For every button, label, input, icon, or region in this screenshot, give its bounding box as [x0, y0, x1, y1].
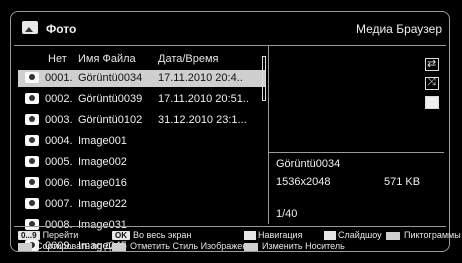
hint-mark-label: Отметить Стиль Изображения [130, 241, 258, 251]
shuffle-icon[interactable] [425, 76, 439, 90]
hint-slideshow: Слайдшоу [324, 230, 382, 241]
scrollbar[interactable] [262, 56, 266, 101]
stop-icon[interactable] [425, 96, 439, 109]
info-resolution: 1536x2048 [276, 176, 331, 188]
image-file-icon [25, 156, 39, 167]
file-name: Image016 [78, 177, 127, 189]
image-file-icon [25, 135, 39, 146]
info-filename: Görüntü0034 [276, 158, 341, 170]
file-name: Image022 [78, 198, 127, 210]
hint-goto-label: Перейти [42, 230, 79, 240]
column-header-number: Нет [48, 53, 67, 65]
file-date: 17.11.2010 20:51.. [158, 93, 249, 105]
hint-navigation-label: Навигация [258, 230, 303, 240]
file-number: 0006. [45, 177, 73, 189]
file-number: 0004. [45, 135, 73, 147]
nav-arrows-icon [244, 231, 256, 241]
hint-source-label: Изменить Носитель [262, 241, 345, 251]
hint-navigation: Навигация [244, 230, 303, 241]
photo-icon [22, 21, 38, 34]
color-key-icon [386, 231, 400, 240]
digit-keys: 0...9 [18, 231, 40, 241]
hint-source: Изменить Носитель [244, 241, 345, 251]
image-file-icon [25, 198, 39, 209]
file-row[interactable]: 0004. Image001 [18, 133, 266, 150]
loop-icon[interactable] [425, 57, 439, 71]
file-row[interactable]: 0005. Image002 [18, 154, 266, 171]
file-row[interactable]: 0006. Image016 [18, 175, 266, 192]
header-bar: Фото Медиа Браузер [14, 18, 446, 46]
file-number: 0007. [45, 198, 73, 210]
playback-options [425, 57, 439, 115]
footer-hints: 0...9 Перейти OK Во весь экран Навигация С… [14, 226, 461, 253]
hint-thumbnails: Пиктограммы [386, 230, 461, 240]
column-headers: Нет Имя Файла Дата/Время [18, 50, 266, 66]
file-name: Görüntü0034 [78, 72, 143, 84]
hint-goto: 0...9 Перейти [18, 230, 79, 241]
file-row[interactable]: 0007. Image022 [18, 196, 266, 213]
hint-mark: Отметить Стиль Изображения [112, 241, 257, 251]
hint-slideshow-label: Слайдшоу [338, 230, 382, 240]
color-key-icon [112, 242, 126, 251]
column-header-datetime: Дата/Время [158, 53, 219, 65]
hint-thumbnails-label: Пиктограммы [404, 230, 461, 240]
column-header-filename: Имя Файла [78, 53, 136, 65]
file-number: 0001. [45, 72, 73, 84]
image-file-icon [25, 72, 39, 83]
hint-sort: Сортировать по Дате [18, 241, 125, 251]
section-title: Фото [46, 22, 77, 36]
image-file-icon [25, 114, 39, 125]
ok-key: OK [112, 231, 130, 241]
app-title: Медиа Браузер [355, 22, 442, 36]
file-row[interactable]: 0003. Görüntü0102 31.12.2010 23:1... [18, 112, 266, 129]
file-name: Görüntü0102 [78, 114, 143, 126]
file-name: Görüntü0039 [78, 93, 143, 105]
color-key-icon [18, 242, 32, 251]
file-number: 0005. [45, 156, 73, 168]
color-key-icon [244, 242, 258, 251]
play-icon [324, 231, 336, 241]
info-filesize: 571 KB [384, 176, 421, 188]
file-name: Image001 [78, 135, 127, 147]
page-indicator: 1/40 [276, 208, 298, 220]
media-browser-screen: Фото Медиа Браузер Нет Имя Файла Дата/Вр… [0, 0, 462, 263]
file-name: Image002 [78, 156, 127, 168]
file-date: 17.11.2010 20:4.. [158, 72, 243, 84]
image-file-icon [25, 93, 39, 104]
file-row[interactable]: 0002. Görüntü0039 17.11.2010 20:51.. [18, 91, 266, 108]
file-date: 31.12.2010 23:1... [158, 114, 247, 126]
panel-divider [268, 46, 269, 224]
file-row[interactable]: 0001. Görüntü0034 17.11.2010 20:4.. [18, 70, 266, 87]
hint-fullscreen: OK Во весь экран [112, 230, 192, 241]
file-number: 0002. [45, 93, 73, 105]
hint-fullscreen-label: Во весь экран [133, 230, 192, 240]
file-list-panel: Нет Имя Файла Дата/Время 0001. Görüntü00… [18, 50, 266, 252]
info-divider [268, 152, 444, 153]
image-file-icon [25, 177, 39, 188]
file-number: 0003. [45, 114, 73, 126]
